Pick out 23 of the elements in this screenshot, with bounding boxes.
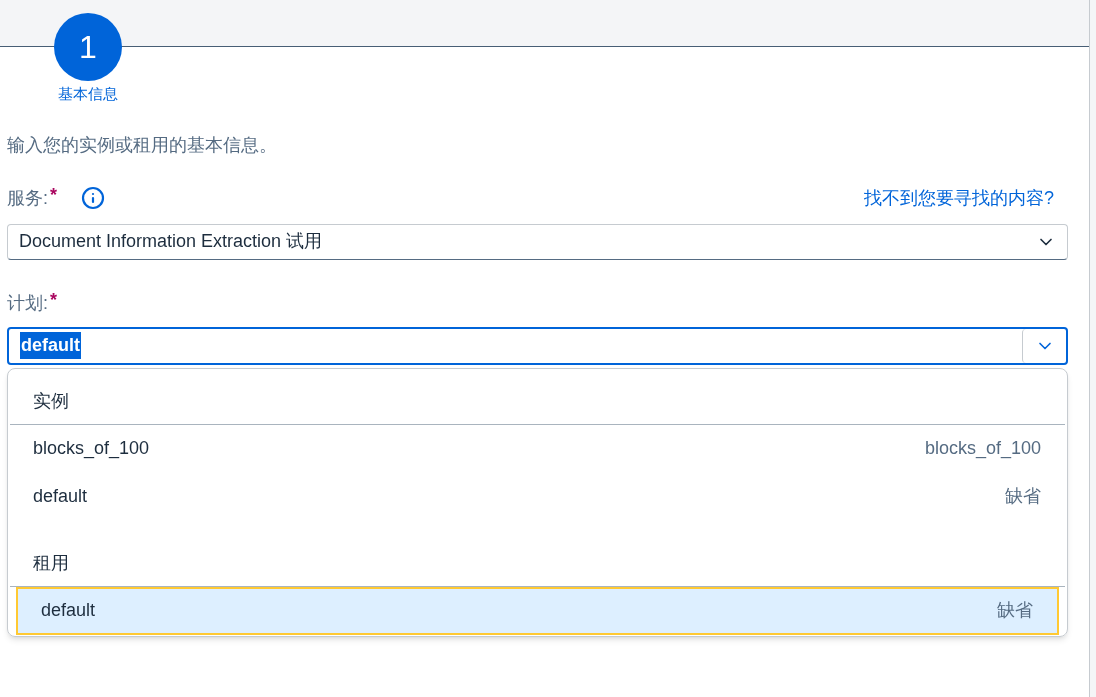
item-label: default	[41, 599, 96, 622]
group-header: 租用	[10, 540, 1065, 587]
field-label: 计划:	[7, 291, 48, 315]
item-label: default	[33, 485, 88, 508]
list-item[interactable]: blocks_of_100 blocks_of_100	[10, 424, 1065, 473]
list-item[interactable]: default 缺省	[16, 586, 1059, 635]
item-label: blocks_of_100	[33, 437, 150, 461]
field-label: 服务:	[7, 186, 48, 210]
item-detail: 缺省	[1005, 485, 1041, 508]
step-label: 基本信息	[58, 84, 118, 104]
help-link[interactable]: 找不到您要寻找的内容?	[864, 184, 1054, 212]
description-text: 输入您的实例或租用的基本信息。	[7, 133, 278, 157]
plan-select[interactable]: default	[7, 326, 1068, 365]
step-number[interactable]: 1	[54, 13, 122, 81]
group-header: 实例	[10, 378, 1065, 425]
required-mark: *	[50, 289, 58, 310]
required-mark: *	[50, 184, 58, 205]
service-select[interactable]: Document Information Extraction 试用	[7, 223, 1068, 260]
info-icon[interactable]	[81, 186, 106, 210]
item-detail: blocks_of_100	[924, 437, 1041, 461]
plan-value: default	[20, 332, 81, 359]
list-item[interactable]: default 缺省	[10, 472, 1065, 521]
item-detail: 缺省	[997, 599, 1033, 622]
